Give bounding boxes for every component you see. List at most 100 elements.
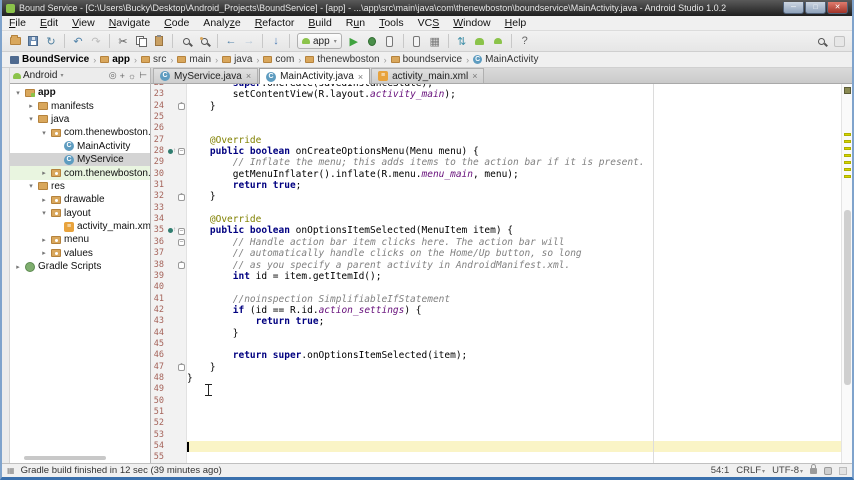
code-line[interactable]: 45 <box>151 338 841 351</box>
android-monitor-icon[interactable] <box>489 33 507 50</box>
code-text[interactable] <box>187 407 841 418</box>
tree-arrow-icon[interactable]: ▾ <box>27 182 35 190</box>
tree-item[interactable]: ▾ com.thenewboston.bound <box>10 126 150 139</box>
minimize-button[interactable]: ─ <box>783 2 804 14</box>
code-line[interactable]: 33 <box>151 202 841 215</box>
code-text[interactable]: // automatically handle clicks on the Ho… <box>187 248 841 259</box>
sync-icon[interactable]: ↻ <box>42 33 60 50</box>
code-text[interactable] <box>187 430 841 441</box>
tree-item[interactable]: ▾ res <box>10 180 150 193</box>
sdk-manager-icon[interactable] <box>471 33 489 50</box>
menu-item-navigate[interactable]: Navigate <box>102 17 157 29</box>
project-structure-icon[interactable]: ▦ <box>426 33 444 50</box>
tree-arrow-icon[interactable]: ▸ <box>40 236 48 244</box>
code-line[interactable]: 48} <box>151 372 841 385</box>
editor-vscrollbar[interactable] <box>844 210 851 385</box>
code-text[interactable]: } <box>187 191 841 202</box>
code-text[interactable]: getMenuInflater().inflate(R.menu.menu_ma… <box>187 169 841 180</box>
tree-arrow-icon[interactable]: ▾ <box>14 89 22 97</box>
cut-icon[interactable]: ✂ <box>114 33 132 50</box>
menu-item-run[interactable]: Run <box>339 17 372 29</box>
code-text[interactable] <box>187 396 841 407</box>
menu-item-help[interactable]: Help <box>498 17 534 29</box>
menu-item-view[interactable]: View <box>65 17 102 29</box>
warning-mark[interactable] <box>844 161 851 164</box>
code-text[interactable]: @Override <box>187 135 841 146</box>
warning-mark[interactable] <box>844 147 851 150</box>
settings-circle-icon[interactable]: ◎ <box>109 70 117 81</box>
project-view-selector[interactable]: Android <box>23 70 57 81</box>
code-line[interactable]: 47 ˆ } <box>151 361 841 373</box>
tree-item[interactable]: ▸ manifests <box>10 99 150 112</box>
code-line[interactable]: 55 <box>151 452 841 463</box>
code-text[interactable]: // Inflate the menu; this adds items to … <box>187 157 841 168</box>
debug-icon[interactable] <box>363 33 381 50</box>
code-text[interactable] <box>187 384 841 395</box>
breadcrumb-item-java[interactable]: java <box>220 54 254 65</box>
code-text[interactable] <box>187 418 841 429</box>
inspection-status-icon[interactable] <box>844 87 851 94</box>
open-icon[interactable] <box>6 33 24 50</box>
menu-item-file[interactable]: File <box>2 17 33 29</box>
code-line[interactable]: 40 <box>151 282 841 294</box>
menu-item-code[interactable]: Code <box>157 17 196 29</box>
menu-item-refactor[interactable]: Refactor <box>248 17 302 29</box>
replace-icon[interactable] <box>195 33 213 50</box>
tree-item[interactable]: C MainActivity <box>10 140 150 153</box>
code-text[interactable]: return super.onOptionsItemSelected(item)… <box>187 350 841 361</box>
code-line[interactable]: 49 <box>151 384 841 396</box>
menu-item-tools[interactable]: Tools <box>372 17 411 29</box>
error-stripe[interactable] <box>841 84 852 463</box>
code-line[interactable]: 25 <box>151 112 841 124</box>
fold-marker-icon[interactable]: ˆ <box>178 363 185 371</box>
code-text[interactable] <box>187 339 841 350</box>
code-line[interactable]: 44 } <box>151 327 841 339</box>
tree-item[interactable]: ▾ java <box>10 113 150 126</box>
code-line[interactable]: 41 //noinspection SimplifiableIfStatemen… <box>151 293 841 305</box>
code-line[interactable]: 31 return true; <box>151 180 841 192</box>
code-text[interactable] <box>187 123 841 134</box>
tree-item[interactable]: ▸ com.thenewboston.bound <box>10 166 150 180</box>
maximize-button[interactable]: □ <box>805 2 826 14</box>
breadcrumb-item-thenewboston[interactable]: thenewboston <box>303 54 381 65</box>
code-line[interactable]: 34 @Override <box>151 214 841 226</box>
tab-close-icon[interactable]: × <box>246 71 251 81</box>
code-text[interactable]: } <box>187 328 841 339</box>
warning-mark[interactable] <box>844 133 851 136</box>
tree-item[interactable]: ▸ drawable <box>10 193 150 206</box>
tree-arrow-icon[interactable]: ▾ <box>27 115 35 123</box>
gradle-sync-icon[interactable]: ⇅ <box>453 33 471 50</box>
close-button[interactable]: ✕ <box>827 2 848 14</box>
editor[interactable]: 22 super.onCreate(savedInstanceState);23… <box>151 84 852 463</box>
gear-icon[interactable]: ☼ <box>128 71 136 81</box>
code-line[interactable]: 30 getMenuInflater().inflate(R.menu.menu… <box>151 168 841 181</box>
code-line[interactable]: 46 return super.onOptionsItemSelected(it… <box>151 350 841 362</box>
code-text[interactable] <box>187 452 841 463</box>
tab-activity_main-xml[interactable]: ≡ activity_main.xml × <box>371 68 485 83</box>
menu-item-build[interactable]: Build <box>301 17 338 29</box>
run-icon[interactable]: ▶ <box>345 33 363 50</box>
menu-item-analyze[interactable]: Analyze <box>196 17 247 29</box>
tree-arrow-icon[interactable]: ▸ <box>40 169 48 177</box>
code-line[interactable]: 52 <box>151 418 841 430</box>
fold-marker-icon[interactable]: – <box>178 227 185 235</box>
encoding-selector[interactable]: UTF-8▾ <box>772 465 803 476</box>
breadcrumb-item-src[interactable]: src <box>139 54 168 65</box>
toolwindow-toggle-icon[interactable]: ▦ <box>7 466 15 475</box>
tree-item[interactable]: C MyService <box>10 152 150 167</box>
tab-close-icon[interactable]: × <box>472 71 477 81</box>
code-text[interactable]: if (id == R.id.action_settings) { <box>187 305 841 316</box>
warning-mark[interactable] <box>844 154 851 157</box>
code-text[interactable]: @Override <box>187 214 841 225</box>
tree-item[interactable]: ▸ values <box>10 247 150 260</box>
code-text[interactable]: } <box>187 362 841 373</box>
copy-icon[interactable] <box>132 33 150 50</box>
avd-manager-icon[interactable] <box>408 33 426 50</box>
scroll-to-source-icon[interactable]: + <box>120 71 125 81</box>
code-text[interactable]: // as you specify a parent activity in A… <box>187 260 841 271</box>
tab-mainactivity-java[interactable]: C MainActivity.java × <box>259 68 371 84</box>
code-text[interactable]: } <box>187 373 841 384</box>
breadcrumb-item-boundservice[interactable]: boundservice <box>389 54 464 65</box>
make-project-icon[interactable]: ↓ <box>267 33 285 50</box>
warning-mark[interactable] <box>844 140 851 143</box>
